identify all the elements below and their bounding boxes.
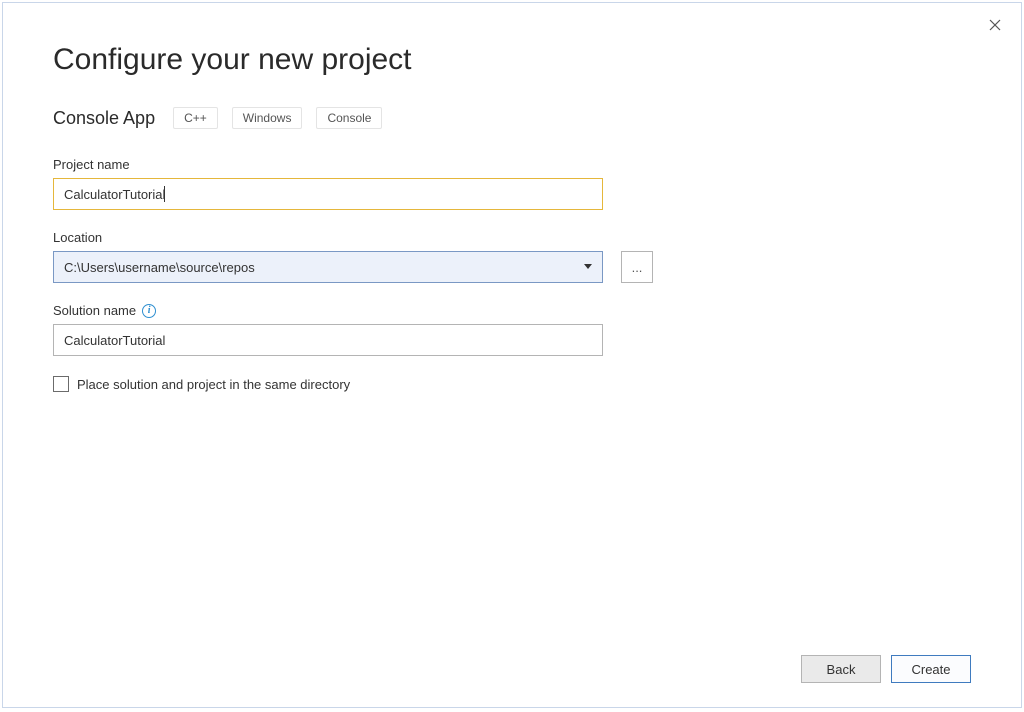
back-label: Back (827, 662, 856, 677)
solution-name-label: Solution name i (53, 303, 971, 318)
info-icon[interactable]: i (142, 304, 156, 318)
same-directory-checkbox[interactable] (53, 376, 69, 392)
solution-name-group: Solution name i (53, 303, 971, 356)
template-row: Console App C++ Windows Console (53, 107, 971, 129)
solution-name-input[interactable] (53, 324, 603, 356)
browse-button[interactable]: ... (621, 251, 653, 283)
project-name-value: CalculatorTutorial (64, 187, 165, 202)
chevron-down-icon (580, 259, 596, 275)
location-row: C:\Users\username\source\repos ... (53, 251, 971, 283)
location-value: C:\Users\username\source\repos (64, 260, 255, 275)
solution-name-label-text: Solution name (53, 303, 136, 318)
page-title: Configure your new project (53, 43, 971, 77)
dialog-footer: Back Create (801, 655, 971, 683)
location-combobox[interactable]: C:\Users\username\source\repos (53, 251, 603, 283)
create-button[interactable]: Create (891, 655, 971, 683)
same-directory-label: Place solution and project in the same d… (77, 377, 350, 392)
tag-console: Console (316, 107, 382, 129)
project-name-group: Project name CalculatorTutorial (53, 157, 971, 210)
location-label: Location (53, 230, 971, 245)
tag-cpp: C++ (173, 107, 218, 129)
project-name-label: Project name (53, 157, 971, 172)
browse-label: ... (632, 260, 643, 275)
template-name: Console App (53, 108, 155, 129)
same-directory-row: Place solution and project in the same d… (53, 376, 971, 392)
configure-project-dialog: Configure your new project Console App C… (2, 2, 1022, 708)
tag-windows: Windows (232, 107, 303, 129)
text-caret (164, 186, 165, 202)
close-button[interactable] (983, 13, 1007, 37)
project-name-input[interactable]: CalculatorTutorial (53, 178, 603, 210)
back-button[interactable]: Back (801, 655, 881, 683)
location-group: Location C:\Users\username\source\repos … (53, 230, 971, 283)
create-label: Create (911, 662, 950, 677)
close-icon (989, 19, 1001, 31)
